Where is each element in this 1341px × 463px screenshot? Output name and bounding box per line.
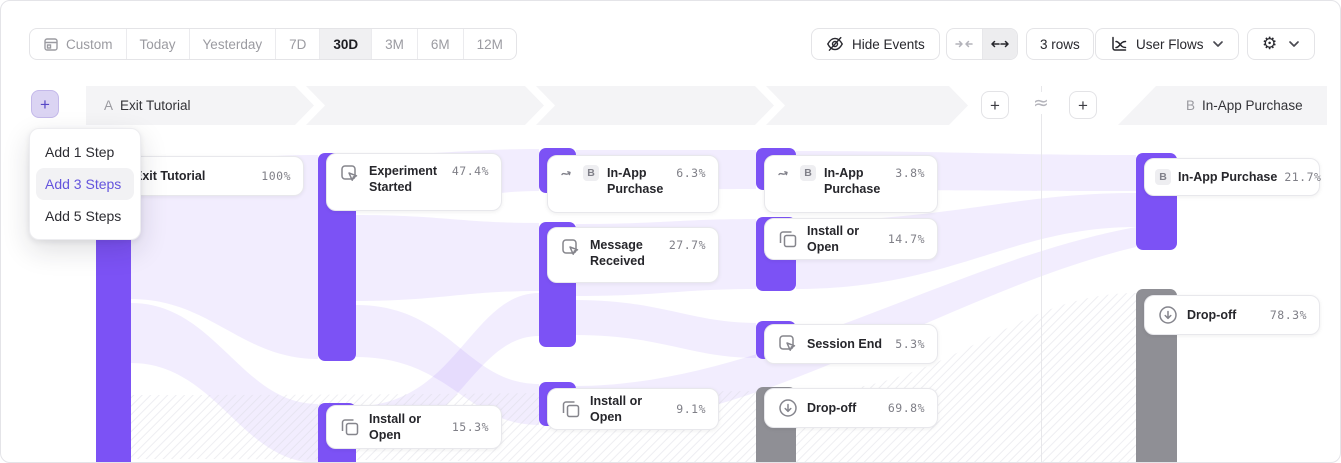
add-step-right-button[interactable]: + (981, 91, 1009, 119)
node-drop-off-69[interactable]: Drop-off 69.8% (764, 388, 938, 428)
node-exit-tutorial[interactable]: Exit Tutorial 100% (121, 156, 304, 196)
range-3m[interactable]: 3M (372, 29, 418, 59)
calendar-icon (43, 36, 59, 52)
expand-width-button[interactable] (982, 29, 1017, 59)
add-step-button-active[interactable]: + (31, 90, 59, 118)
copy-event-icon (339, 416, 361, 438)
date-range-picker: Custom Today Yesterday 7D 30D 3M 6M 12M (29, 28, 517, 60)
view-selector-dropdown[interactable]: User Flows (1095, 28, 1239, 60)
width-toggle-group (946, 28, 1018, 60)
expand-arrows-icon (991, 38, 1009, 50)
drop-off-icon (777, 397, 799, 419)
node-session-end[interactable]: Session End 5.3% (764, 324, 938, 364)
user-flows-chart-icon (1110, 35, 1128, 53)
hide-events-button[interactable]: Hide Events (811, 28, 940, 60)
menu-item-add-1-step[interactable]: Add 1 Step (36, 136, 134, 168)
step-band-segment-2 (306, 86, 544, 125)
step-title-exit-tutorial: Exit Tutorial (120, 98, 191, 113)
view-selector-label: User Flows (1136, 37, 1204, 52)
active-event-icon (777, 333, 799, 355)
copy-event-icon (560, 398, 582, 420)
rows-button[interactable]: 3 rows (1026, 28, 1094, 60)
node-experiment-started[interactable]: Experiment Started 47.4% (326, 153, 502, 211)
step-band-segment-3 (536, 86, 774, 125)
range-12m[interactable]: 12M (464, 29, 516, 59)
active-event-icon (339, 163, 361, 185)
node-drop-off-78[interactable]: Drop-off 78.3% (1144, 295, 1320, 335)
menu-item-add-3-steps[interactable]: Add 3 Steps (36, 168, 134, 200)
event-badge-b: B (583, 165, 599, 181)
event-badge-b: B (1155, 169, 1171, 185)
node-install-or-open-14[interactable]: Install or Open 14.7% (764, 218, 938, 260)
step-band-segment-4 (766, 86, 968, 125)
node-message-received[interactable]: Message Received 27.7% (547, 227, 719, 283)
step-band-a-exit-tutorial[interactable]: A Exit Tutorial (86, 86, 314, 125)
range-30d-selected[interactable]: 30D (320, 29, 372, 59)
add-steps-menu: Add 1 Step Add 3 Steps Add 5 Steps (29, 128, 141, 240)
node-in-app-purchase-6[interactable]: B In-App Purchase 6.3% (547, 155, 719, 213)
range-7d[interactable]: 7D (276, 29, 320, 59)
settings-dropdown-button[interactable]: ⚙ (1247, 28, 1315, 60)
collapse-width-button[interactable] (947, 29, 982, 59)
collapse-arrows-icon (955, 38, 973, 50)
menu-item-add-5-steps[interactable]: Add 5 Steps (36, 200, 134, 232)
node-install-or-open-9[interactable]: Install or Open 9.1% (547, 388, 719, 430)
hide-events-label: Hide Events (852, 37, 925, 52)
chevron-down-icon (1212, 40, 1224, 48)
range-6m[interactable]: 6M (418, 29, 464, 59)
approx-symbol: ≈ (1029, 92, 1053, 114)
chevron-down-icon (1288, 40, 1300, 48)
range-today[interactable]: Today (127, 29, 190, 59)
step-letter-b: B (1186, 98, 1195, 113)
user-flows-app: Custom Today Yesterday 7D 30D 3M 6M 12M … (0, 0, 1341, 463)
drop-off-icon (1157, 304, 1179, 326)
merge-arrow-icon (777, 166, 792, 179)
copy-event-icon (777, 228, 799, 250)
add-step-panel-b-button[interactable]: + (1069, 91, 1097, 119)
node-install-or-open-15[interactable]: Install or Open 15.3% (326, 405, 502, 449)
panel-divider (1041, 86, 1042, 463)
step-letter-a: A (104, 98, 113, 113)
gear-icon: ⚙ (1262, 36, 1277, 53)
eye-off-icon (826, 35, 844, 53)
event-badge-b: B (800, 165, 816, 181)
merge-arrow-icon (560, 166, 575, 179)
range-custom-label: Custom (66, 37, 113, 52)
rows-label: 3 rows (1040, 37, 1080, 52)
node-in-app-purchase-3[interactable]: B In-App Purchase 3.8% (764, 155, 938, 213)
range-yesterday[interactable]: Yesterday (190, 29, 277, 59)
active-event-icon (560, 237, 582, 259)
range-custom[interactable]: Custom (30, 29, 127, 59)
step-title-in-app-purchase: In-App Purchase (1202, 98, 1303, 113)
node-in-app-purchase-21[interactable]: B In-App Purchase 21.7% (1144, 158, 1320, 196)
